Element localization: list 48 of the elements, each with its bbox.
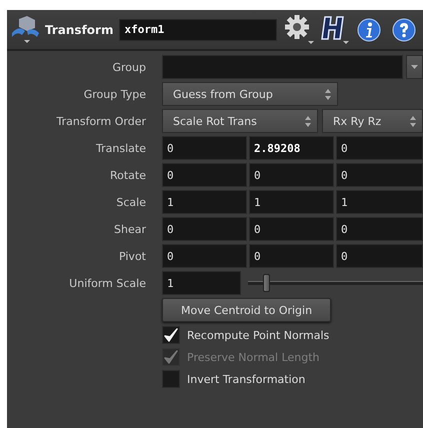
number-field[interactable]: 0	[162, 217, 247, 241]
menu-dropdown[interactable]: Scale Rot Trans	[162, 109, 318, 133]
move-centroid-button[interactable]: Move Centroid to Origin	[162, 298, 332, 322]
number-field[interactable]: 0	[336, 136, 423, 160]
number-field[interactable]: 0	[336, 217, 423, 241]
parameter-label: Shear	[113, 222, 146, 236]
number-field[interactable]: 1	[336, 190, 423, 214]
number-field[interactable]: 1	[249, 190, 334, 214]
number-field[interactable]: 0	[162, 163, 247, 187]
group-menu-button[interactable]	[406, 55, 423, 79]
slider-thumb[interactable]	[262, 274, 270, 292]
dropdown-icon[interactable]	[411, 65, 418, 69]
slider-track[interactable]	[248, 273, 423, 293]
number-field[interactable]: 1	[162, 271, 241, 295]
number-field[interactable]: 0	[162, 244, 247, 268]
parameter-label: Group	[112, 60, 146, 74]
number-field[interactable]: 2.89208	[249, 136, 334, 160]
checkbox-label: Invert Transformation	[187, 372, 306, 386]
group-field[interactable]	[162, 55, 403, 79]
number-field[interactable]: 0	[162, 136, 247, 160]
node-name-field[interactable]: xform1	[119, 18, 278, 40]
parameter-label: Rotate	[108, 168, 146, 182]
checkbox-label: Recompute Point Normals	[187, 328, 330, 342]
spinner-arrows-icon	[410, 114, 416, 128]
node-type-label: Transform	[45, 22, 114, 36]
spinner-arrows-icon	[325, 88, 331, 100]
number-field[interactable]: 0	[249, 163, 334, 187]
number-field[interactable]: 1	[162, 190, 247, 214]
parameter-label: Scale	[115, 196, 146, 208]
node-type-icon[interactable]	[11, 14, 41, 44]
info-icon[interactable]	[357, 18, 382, 42]
menu-dropdown[interactable]: Rx Ry Rz	[322, 109, 423, 133]
h-letter-icon[interactable]	[319, 14, 350, 45]
checkbox[interactable]	[162, 370, 180, 388]
parameter-label: Pivot	[118, 250, 146, 262]
spinner-arrows-icon	[305, 114, 311, 128]
number-field[interactable]: 0	[336, 163, 423, 187]
number-field[interactable]: 0	[249, 244, 334, 268]
parameter-label: Uniform Scale	[68, 276, 146, 290]
parameter-label: Translate	[95, 142, 146, 154]
help-icon[interactable]	[392, 18, 416, 42]
menu-dropdown[interactable]: Guess from Group	[162, 82, 338, 106]
settings-icon[interactable]	[283, 14, 316, 45]
parameter-label: Group Type	[82, 88, 146, 100]
checkbox-label: Preserve Normal Length	[187, 350, 320, 364]
number-field[interactable]: 0	[336, 244, 423, 268]
parameter-label: Transform Order	[56, 114, 146, 128]
number-field[interactable]: 0	[249, 217, 334, 241]
